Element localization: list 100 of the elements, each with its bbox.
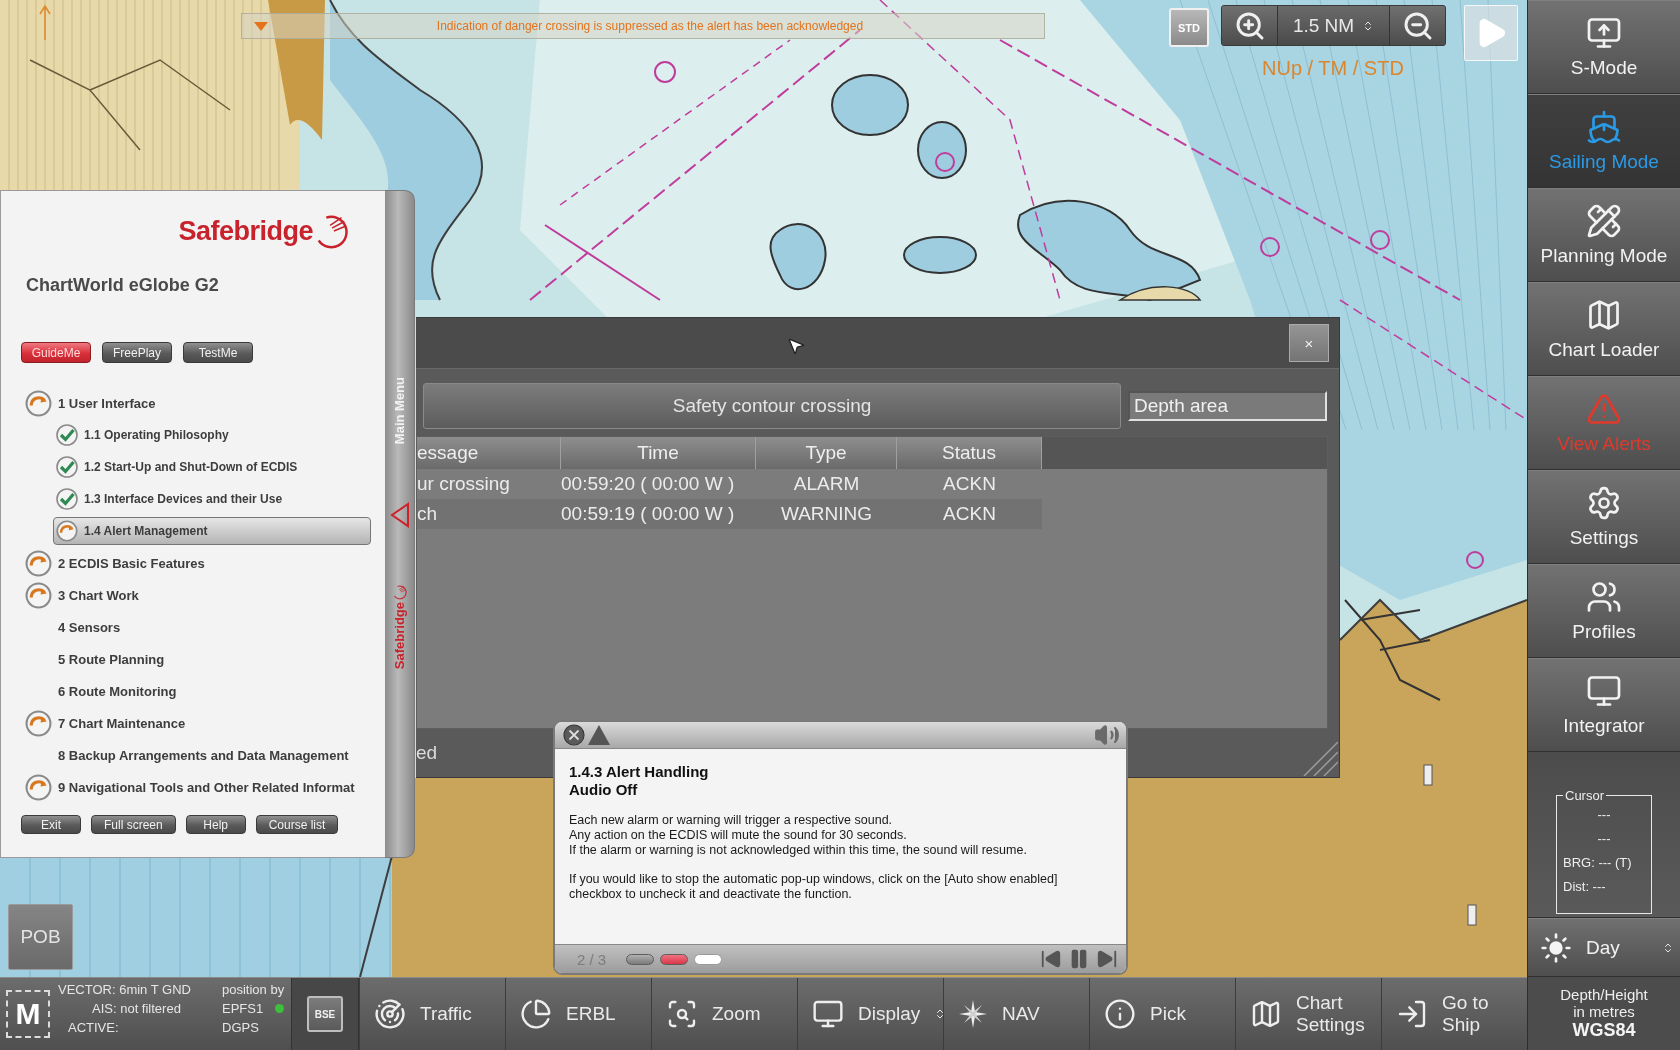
column-header[interactable]: essage: [417, 437, 561, 469]
speaker-icon[interactable]: [1094, 722, 1120, 748]
table-row[interactable]: ch 00:59:19 ( 00:00 W ) WARNING ACKN: [417, 499, 1042, 529]
sidebar-button[interactable]: Profiles: [1528, 564, 1680, 658]
dialog-footer-text: ed: [416, 742, 438, 764]
zoom-out-button[interactable]: [1389, 6, 1445, 45]
toolbar-button[interactable]: Display: [797, 978, 943, 1050]
course-button[interactable]: Help: [185, 815, 246, 834]
table-cell-text: 00:59:19 ( 00:00 W ): [561, 502, 736, 526]
sidebar-button[interactable]: Chart Loader: [1528, 282, 1680, 376]
mode-button[interactable]: TestMe: [183, 342, 253, 363]
pencil-ruler-icon: [1586, 203, 1622, 239]
cursor-position: ---: [1596, 830, 1612, 848]
lesson-item[interactable]: 1.4 Alert Management: [53, 517, 371, 545]
day-mode-selector[interactable]: Day: [1528, 918, 1680, 977]
chapter-item[interactable]: 6 Route Monitoring: [22, 677, 378, 705]
datum-text: Depth/Height: [1560, 986, 1648, 1003]
up-down-arrows-icon: [1662, 941, 1674, 954]
monitor-arrow-icon: [1586, 15, 1622, 51]
chapter-item[interactable]: 2 ECDIS Basic Features: [22, 549, 378, 577]
column-header[interactable]: Time: [561, 437, 756, 469]
circle-symbol: [935, 152, 955, 172]
position-label: position by: [222, 981, 286, 999]
chapter-item[interactable]: 4 Sensors: [22, 613, 378, 641]
close-circle-icon[interactable]: [563, 724, 585, 746]
folded-map-icon: [1250, 998, 1282, 1030]
banner-text: Indication of danger crossing is suppressed as the alert has been acknowledged: [435, 19, 865, 33]
check-circle-icon: [56, 456, 78, 478]
table-cell-text: ALARM: [792, 472, 861, 496]
pie-icon: [520, 998, 552, 1030]
mode-button[interactable]: GuideMe: [21, 342, 91, 363]
zoom-in-button[interactable]: [1222, 6, 1278, 45]
chapter-item[interactable]: 7 Chart Maintenance: [22, 709, 378, 737]
settings-icon: [1586, 485, 1622, 521]
vector-info: AIS: not filtered: [92, 1000, 182, 1018]
sidebar-button[interactable]: Planning Mode: [1528, 188, 1680, 282]
triangle-left-icon[interactable]: [389, 502, 410, 529]
circle-symbol: [1466, 551, 1484, 569]
people-icon: [1586, 579, 1622, 615]
table-cell-text: 00:59:20 ( 00:00 W ): [561, 472, 736, 496]
fix-type: DGPS: [222, 1019, 260, 1037]
column-header[interactable]: Status: [897, 437, 1042, 469]
table-cell-text: ch: [417, 502, 439, 526]
skip-back-icon[interactable]: [1040, 948, 1062, 970]
sidebar-button[interactable]: S-Mode: [1528, 0, 1680, 94]
check-circle-icon: [56, 488, 78, 510]
monitor-icon: [812, 998, 844, 1030]
pob-button[interactable]: POB: [8, 904, 73, 970]
chapter-item[interactable]: 5 Route Planning: [22, 645, 378, 673]
step-indicator[interactable]: [626, 953, 655, 965]
popup-paragraph: If you would like to stop the automatic pop-up windows, click on the [Auto show enabled] checkbox to uncheck it and deactivate the function.: [569, 872, 1059, 902]
lesson-item[interactable]: 1.3 Interface Devices and their Use: [53, 485, 371, 513]
vector-info: ACTIVE:: [68, 1019, 120, 1037]
radar-icon: [374, 998, 406, 1030]
buoy-symbol: [1467, 904, 1477, 926]
north-arrow-icon: [38, 4, 52, 40]
column-header[interactable]: Type: [756, 437, 897, 469]
course-button[interactable]: Course list: [255, 815, 339, 834]
chapter-item[interactable]: 9 Navigational Tools and Other Related Informat: [22, 773, 378, 801]
orientation-label: NUp / TM / STD: [1262, 57, 1404, 80]
scan-search-icon: [666, 998, 698, 1030]
alert-button[interactable]: Safety contour crossing: [423, 383, 1121, 429]
popup-subtitle: Audio Off: [569, 781, 639, 799]
chapter-item[interactable]: 8 Backup Arrangements and Data Management: [22, 741, 378, 769]
side-brand-text: Safebridge: [392, 602, 407, 670]
table-cell-text: ACKN: [942, 502, 997, 526]
vector-info: VECTOR: 6min T GND: [58, 981, 192, 999]
bse-button[interactable]: BSE: [307, 996, 343, 1032]
category-field[interactable]: Depth area: [1128, 391, 1327, 421]
resize-grip-icon[interactable]: [1302, 738, 1338, 776]
sidebar-button[interactable]: Sailing Mode: [1528, 94, 1680, 188]
sidebar-button[interactable]: Settings: [1528, 470, 1680, 564]
datum-text: in metres: [1573, 1003, 1635, 1020]
close-button[interactable]: ×: [1289, 324, 1329, 362]
mode-button[interactable]: M: [6, 990, 50, 1038]
popup-title: 1.4.3 Alert Handling: [569, 763, 710, 781]
caret-down-icon: [254, 21, 268, 31]
course-button[interactable]: Full screen: [91, 815, 176, 834]
step-indicator[interactable]: [694, 953, 723, 965]
mode-button[interactable]: FreePlay: [102, 342, 172, 363]
warning-icon: [1586, 391, 1622, 427]
skip-forward-icon[interactable]: [1096, 948, 1118, 970]
course-button[interactable]: Exit: [21, 815, 81, 834]
cursor-readout: Dist: ---: [1563, 878, 1607, 896]
step-indicator[interactable]: [660, 953, 689, 965]
table-cell-text: ur crossing: [417, 472, 511, 496]
mouse-pointer-icon: [786, 336, 806, 356]
table-cell-text: ACKN: [942, 472, 997, 496]
sensor-name: EPFS1: [222, 1000, 264, 1018]
lesson-item[interactable]: 1.2 Start-Up and Shut-Down of ECDIS: [53, 453, 371, 481]
lesson-item[interactable]: 1.1 Operating Philosophy: [53, 421, 371, 449]
sidebar-button[interactable]: Integrator: [1528, 658, 1680, 752]
circle-symbol: [1370, 230, 1390, 250]
check-circle-icon: [56, 424, 78, 446]
island: [917, 121, 967, 179]
solid-triangle-icon: [588, 725, 610, 745]
ship-icon: [1586, 109, 1622, 145]
chapter-item[interactable]: 1 User Interface: [22, 389, 378, 417]
circle-symbol: [654, 61, 676, 83]
chapter-item[interactable]: 3 Chart Work: [22, 581, 378, 609]
